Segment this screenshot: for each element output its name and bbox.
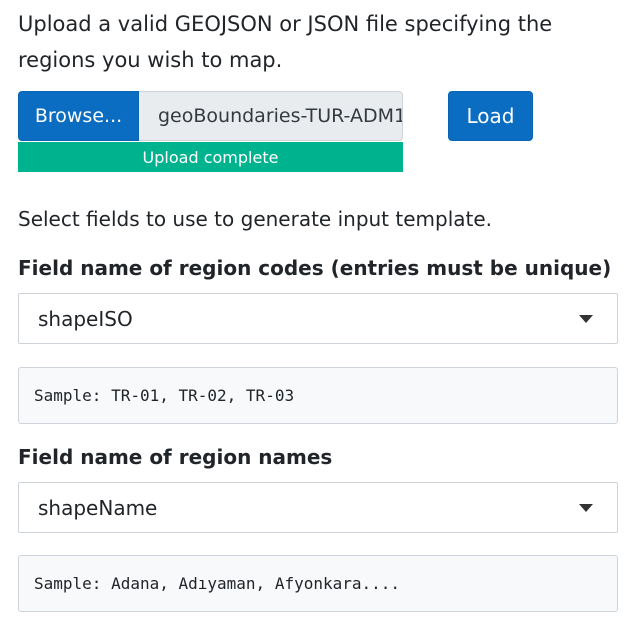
chevron-down-icon: [579, 315, 593, 323]
region-codes-label: Field name of region codes (entries must…: [18, 256, 612, 280]
region-names-label: Field name of region names: [18, 445, 333, 469]
region-upload-panel: Upload a valid GEOJSON or JSON file spec…: [0, 0, 643, 635]
region-codes-select[interactable]: shapeISO: [18, 293, 618, 344]
region-codes-selected: shapeISO: [38, 306, 133, 331]
browse-button[interactable]: Browse...: [18, 91, 139, 141]
chevron-down-icon: [579, 504, 593, 512]
field-selection-hint: Select fields to use to generate input t…: [18, 207, 493, 231]
file-name-field: geoBoundaries-TUR-ADM1.geojson: [139, 91, 403, 141]
upload-progress-bar: Upload complete: [18, 142, 403, 172]
region-codes-sample: Sample: TR-01, TR-02, TR-03: [18, 367, 618, 424]
upload-progress: Upload complete: [18, 142, 403, 172]
region-names-select[interactable]: shapeName: [18, 482, 618, 533]
region-names-selected: shapeName: [38, 495, 158, 520]
intro-line-1: Upload a valid GEOJSON or JSON file spec…: [18, 12, 553, 36]
upload-progress-text: Upload complete: [142, 147, 279, 167]
file-upload-group: Browse... geoBoundaries-TUR-ADM1.geojson…: [18, 91, 538, 141]
intro-line-2: regions you wish to map.: [18, 48, 283, 72]
load-button[interactable]: Load: [448, 91, 533, 141]
intro-text: Upload a valid GEOJSON or JSON file spec…: [18, 6, 618, 78]
region-names-sample: Sample: Adana, Adıyaman, Afyonkara....: [18, 555, 618, 612]
